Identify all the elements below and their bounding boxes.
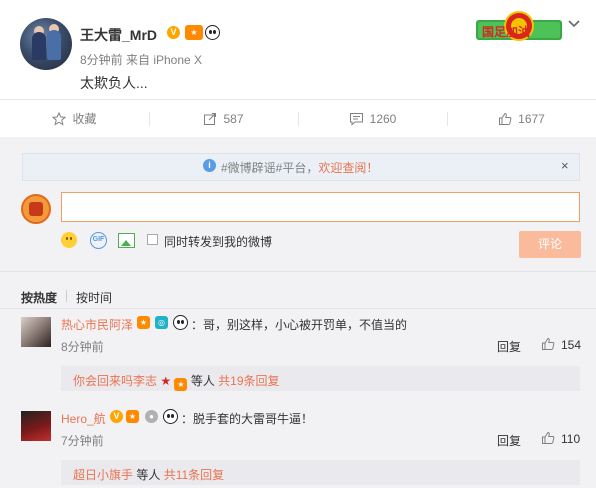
image-icon[interactable] (118, 233, 135, 248)
sort-by-hot-tab[interactable]: 按热度 (21, 289, 57, 306)
sub-reply-middle: 等人 (190, 374, 215, 388)
comment-count: 1260 (369, 111, 397, 126)
divider (66, 290, 67, 302)
post-time-source: 8分钟前 来自 iPhone X (80, 53, 203, 67)
sort-by-time-tab[interactable]: 按时间 (76, 289, 112, 306)
panda-icon (173, 315, 188, 330)
like-count: 1677 (518, 111, 545, 126)
author-avatar[interactable] (20, 18, 72, 70)
commenter-avatar[interactable] (21, 411, 51, 441)
national-team-promo-icon[interactable]: 国足加油 (476, 6, 562, 46)
camera-icon: ◎ (155, 316, 168, 329)
comment-text: ：哥，别这样，小心被开罚单，不值当的 (191, 318, 408, 332)
member-crown-icon: ★ (126, 410, 139, 423)
verified-v-icon: V (167, 26, 180, 39)
author-name[interactable]: 王大雷_MrD (80, 25, 157, 45)
thumbs-up-icon (499, 112, 512, 125)
post-action-bar: 收藏 587 1260 1677 (0, 99, 596, 138)
notice-prefix: #微博辟谣#平台， (221, 161, 319, 175)
sub-reply-line: 超日小旗手 等人 共11条回复 (73, 466, 224, 483)
medal-icon: ● (145, 410, 158, 423)
notice-link[interactable]: 欢迎查阅！ (318, 161, 378, 175)
star-icon: ★ (160, 374, 172, 388)
sub-reply-link[interactable]: 共11条回复 (164, 468, 224, 482)
like-button[interactable]: 1677 (447, 100, 596, 137)
reply-button[interactable]: 回复 (497, 338, 521, 355)
comment-time: 8分钟前 (61, 340, 104, 354)
repost-button[interactable]: 587 (149, 100, 298, 137)
member-crown-icon: ★ (174, 378, 188, 391)
sub-reply-line: 你会回来吗李志 ★ ★ 等人 共19条回复 (73, 372, 280, 391)
member-crown-icon: ★ (137, 316, 150, 329)
submit-comment-button[interactable]: 评论 (519, 231, 581, 258)
close-icon[interactable]: × (561, 158, 569, 173)
sub-reply-user[interactable]: 你会回来吗李志 (73, 374, 157, 388)
sub-reply-user[interactable]: 超日小旗手 (73, 468, 133, 482)
favorite-label: 收藏 (72, 112, 97, 126)
thumbs-up-icon[interactable] (541, 431, 555, 445)
thumbs-up-icon[interactable] (541, 337, 555, 351)
post-text: 太欺负人... (80, 75, 148, 91)
divider (0, 308, 596, 309)
sub-reply-middle: 等人 (136, 468, 161, 482)
my-avatar (21, 194, 51, 224)
verified-v-icon: V (110, 410, 123, 423)
divider (0, 271, 596, 272)
sub-reply-link[interactable]: 共19条回复 (218, 374, 279, 388)
emoji-icon[interactable] (61, 232, 77, 248)
comment-icon (349, 112, 363, 126)
repost-checkbox-label[interactable]: 同时转发到我的微博 (164, 233, 272, 250)
notice-text: #微博辟谣#平台，欢迎查阅！ (221, 159, 378, 176)
member-crown-icon: ★ (185, 25, 203, 40)
star-icon (52, 111, 67, 126)
panda-icon (205, 25, 220, 40)
commenter-name[interactable]: 热心市民阿泽 (61, 316, 133, 333)
repost-count: 587 (223, 111, 244, 126)
comment-text: ：脱手套的大雷哥牛逼！ (181, 412, 314, 426)
chevron-down-icon[interactable] (566, 16, 582, 32)
comment-like-count: 110 (561, 432, 581, 446)
favorite-button[interactable]: 收藏 (0, 100, 149, 137)
svg-text:国足加油: 国足加油 (482, 24, 530, 39)
panda-icon (163, 409, 178, 424)
comment-like-count: 154 (561, 338, 582, 352)
commenter-avatar[interactable] (21, 317, 51, 347)
reply-button[interactable]: 回复 (497, 432, 521, 449)
gif-icon[interactable]: GIF (90, 232, 107, 249)
commenter-name[interactable]: Hero_航 (61, 410, 106, 427)
comment-input[interactable] (61, 192, 580, 222)
comment-button[interactable]: 1260 (298, 100, 447, 137)
info-icon: i (203, 159, 216, 172)
repost-icon (204, 112, 217, 125)
comment-time: 7分钟前 (61, 434, 104, 448)
repost-checkbox[interactable] (147, 234, 158, 245)
